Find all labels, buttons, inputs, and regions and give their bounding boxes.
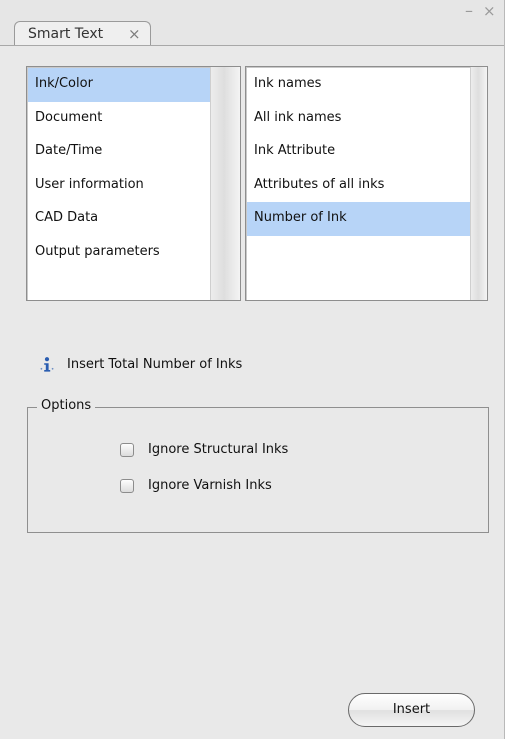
options-group: Options Ignore Structural Inks Ignore Va… [27,398,489,533]
field-item-number-of-ink[interactable]: Number of Ink [247,202,471,236]
field-list[interactable]: Ink names All ink names Ink Attribute At… [245,66,488,301]
smart-text-panel: Smart Text × – × Ink/Color Document Date… [0,0,505,739]
ignore-structural-inks-checkbox[interactable] [120,443,134,457]
field-item-ink-names[interactable]: Ink names [247,68,471,102]
tab-label: Smart Text [28,26,104,42]
category-item-ink-color[interactable]: Ink/Color [28,68,211,102]
category-item-cad-data[interactable]: CAD Data [28,202,211,236]
category-item-document[interactable]: Document [28,102,211,136]
field-item-all-ink-names[interactable]: All ink names [247,102,471,136]
category-list-items: Ink/Color Document Date/Time User inform… [28,68,211,299]
ignore-varnish-inks-checkbox[interactable] [120,479,134,493]
field-description-text: Insert Total Number of Inks [67,357,243,372]
category-item-user-information[interactable]: User information [28,169,211,203]
ignore-structural-inks-label[interactable]: Ignore Structural Inks [148,442,288,457]
minimize-icon[interactable]: – [465,1,473,20]
ignore-varnish-inks-label[interactable]: Ignore Varnish Inks [148,478,272,493]
field-item-ink-attribute[interactable]: Ink Attribute [247,135,471,169]
field-list-items: Ink names All ink names Ink Attribute At… [247,68,471,299]
category-item-output-parameters[interactable]: Output parameters [28,236,211,270]
options-legend: Options [37,398,96,413]
tab-close-icon[interactable]: × [128,25,141,43]
info-icon [40,357,54,372]
category-list-scrollbar[interactable] [210,67,240,300]
close-icon[interactable]: × [483,2,496,20]
field-item-attributes-of-all-inks[interactable]: Attributes of all inks [247,169,471,203]
tab-bar-divider [0,45,504,46]
insert-button[interactable]: Insert [348,693,475,727]
category-list[interactable]: Ink/Color Document Date/Time User inform… [26,66,241,301]
tab-smart-text[interactable]: Smart Text × [14,21,151,46]
category-item-date-time[interactable]: Date/Time [28,135,211,169]
tab-bar: Smart Text × – × [0,0,504,46]
field-list-scrollbar[interactable] [470,67,487,300]
